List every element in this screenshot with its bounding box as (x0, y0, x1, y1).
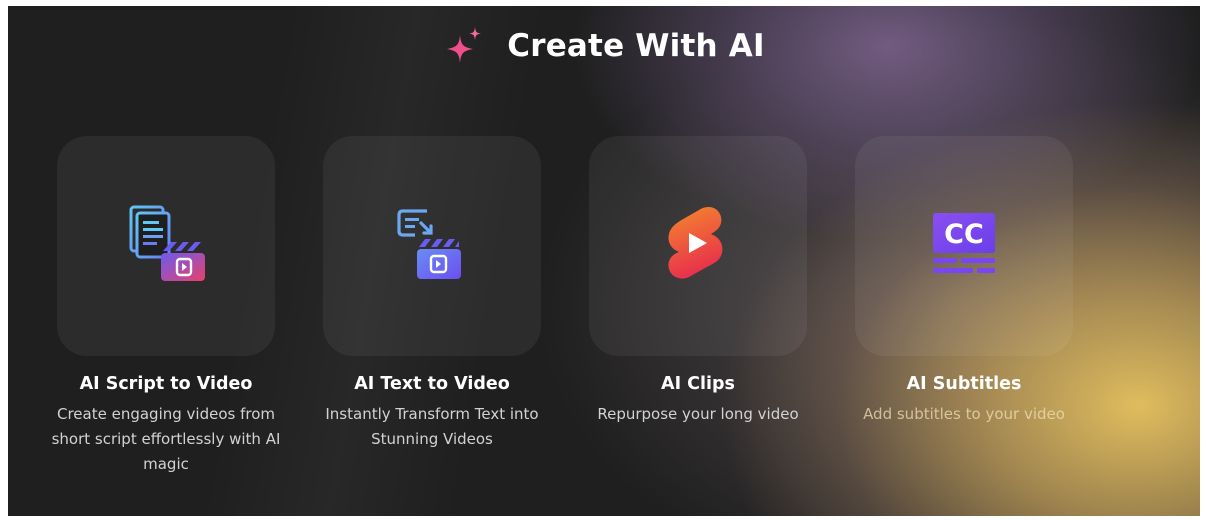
sparkle-icon (447, 27, 482, 63)
card-ai-script-to-video[interactable]: AI Script to Video Create engaging video… (33, 136, 299, 477)
card-icon-tile[interactable] (323, 136, 541, 356)
card-ai-subtitles[interactable]: CC AI Subtitles Add subtitles to your vi… (831, 136, 1097, 427)
card-title: AI Script to Video (79, 374, 253, 394)
clips-icon (668, 207, 723, 279)
card-ai-text-to-video[interactable]: AI Text to Video Instantly Transform Tex… (299, 136, 565, 452)
section-header: Create With AI (8, 24, 1200, 68)
svg-text:CC: CC (944, 219, 984, 250)
card-title: AI Clips (661, 374, 735, 394)
card-title: AI Subtitles (906, 374, 1022, 394)
script-to-video-icon (129, 205, 205, 281)
card-title: AI Text to Video (354, 374, 510, 394)
subtitles-icon: CC (933, 213, 995, 273)
card-icon-tile[interactable] (589, 136, 807, 356)
card-description: Instantly Transform Text into Stunning V… (325, 405, 539, 448)
card-description: Create engaging videos from short script… (51, 405, 281, 473)
card-icon-tile[interactable] (57, 136, 275, 356)
page-title: Create With AI (507, 28, 765, 64)
create-with-ai-panel: Create With AI AI Script to Video Create… (8, 6, 1200, 516)
text-to-video-icon (397, 209, 461, 279)
card-icon-tile[interactable]: CC (855, 136, 1073, 356)
card-description: Repurpose your long video (597, 405, 799, 423)
card-description: Add subtitles to your video (863, 405, 1065, 423)
card-ai-clips[interactable]: AI Clips Repurpose your long video (565, 136, 831, 427)
